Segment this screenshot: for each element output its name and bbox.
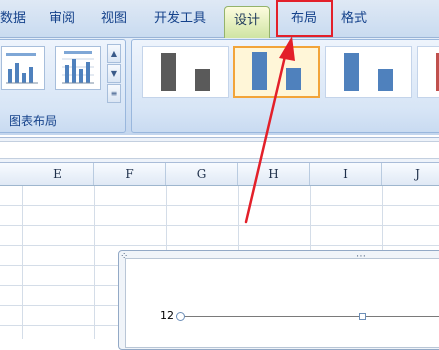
group-label-chart-layouts: 图表布局 xyxy=(9,114,58,128)
chart-styles-group xyxy=(131,39,439,133)
chart-resize-handle-icon[interactable]: ⁘ xyxy=(120,252,128,262)
chart-style-3[interactable] xyxy=(325,46,412,98)
style-bar xyxy=(344,53,359,91)
chart-style-4[interactable] xyxy=(417,46,439,98)
chart-resize-handle-icon[interactable]: ⋯ xyxy=(356,252,366,262)
selection-handle-icon[interactable] xyxy=(176,312,185,321)
style-bar xyxy=(161,53,176,91)
ribbon-body: ▲ ▼ ≡ 图表布局 xyxy=(0,38,439,135)
layout-gallery-scroll: ▲ ▼ ≡ xyxy=(107,44,121,104)
tab-highlight-box xyxy=(276,0,333,37)
style-bar xyxy=(195,69,210,91)
style-bar xyxy=(252,52,267,90)
column-header-i[interactable]: I xyxy=(310,163,382,185)
tab-format[interactable]: 格式 xyxy=(336,4,372,34)
y-axis-tick-label: 12 xyxy=(160,309,174,322)
layout-thumbnail-icon xyxy=(6,53,38,84)
style-bar xyxy=(286,68,301,90)
column-header-g[interactable]: G xyxy=(166,163,238,185)
chart-style-2[interactable] xyxy=(233,46,320,98)
embedded-chart[interactable] xyxy=(118,250,439,350)
column-header-row: E F G H I J xyxy=(0,163,439,186)
chart-gridline xyxy=(182,316,439,317)
formula-input[interactable] xyxy=(0,141,439,159)
chart-layout-thumbnail[interactable] xyxy=(55,46,101,90)
column-header-j[interactable]: J xyxy=(382,163,439,185)
column-header-h[interactable]: H xyxy=(238,163,310,185)
formula-bar xyxy=(0,137,439,163)
chart-layout-thumbnail[interactable] xyxy=(1,46,45,90)
chart-plot-area[interactable] xyxy=(125,258,439,348)
ribbon-tab-strip: 数据 审阅 视图 开发工具 设计 布局 格式 xyxy=(0,0,439,38)
scroll-down-icon[interactable]: ▼ xyxy=(107,64,121,83)
tab-design[interactable]: 设计 xyxy=(224,6,270,38)
column-header-f[interactable]: F xyxy=(94,163,166,185)
tab-data[interactable]: 数据 xyxy=(0,4,26,34)
chart-layout-group: ▲ ▼ ≡ 图表布局 xyxy=(0,39,126,133)
style-bar xyxy=(378,69,393,91)
column-header-e[interactable]: E xyxy=(22,163,94,185)
selection-handle-icon[interactable] xyxy=(359,313,366,320)
scroll-up-icon[interactable]: ▲ xyxy=(107,44,121,63)
tab-review[interactable]: 审阅 xyxy=(44,4,80,34)
more-icon[interactable]: ≡ xyxy=(107,84,121,103)
tab-developer[interactable]: 开发工具 xyxy=(148,4,212,34)
chart-style-1[interactable] xyxy=(142,46,229,98)
tab-view[interactable]: 视图 xyxy=(96,4,132,34)
layout-thumbnail-icon xyxy=(62,51,94,84)
